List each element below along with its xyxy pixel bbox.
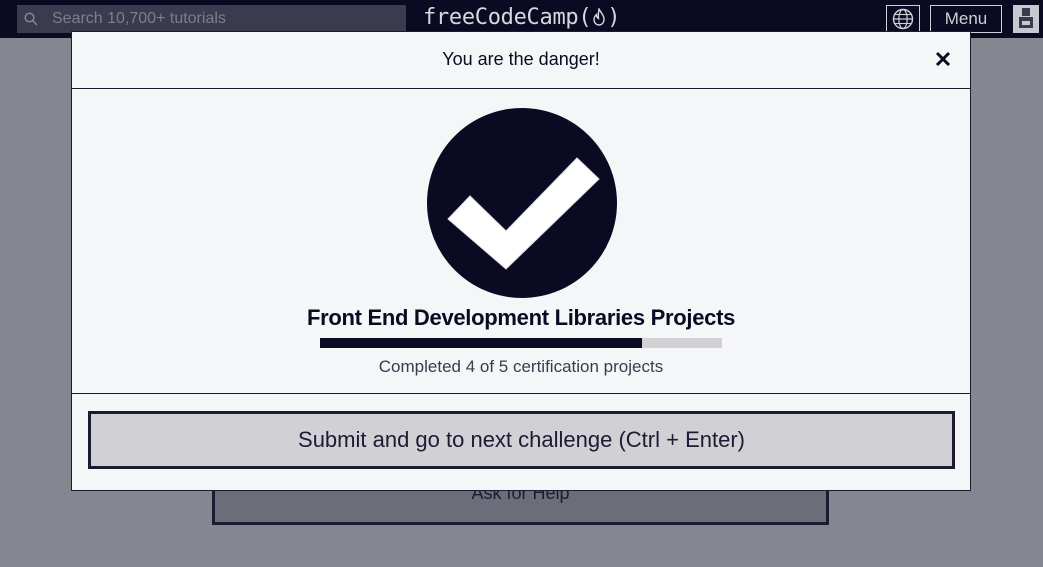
logo-text-left: freeCodeCamp(	[423, 5, 592, 30]
progress-bar-fill	[320, 338, 642, 348]
completion-modal: You are the danger! Front End Developmen…	[71, 31, 971, 491]
progress-caption: Completed 4 of 5 certification projects	[378, 357, 664, 376]
search-input[interactable]: Search 10,700+ tutorials	[17, 5, 406, 33]
search-placeholder: Search 10,700+ tutorials	[52, 10, 226, 27]
search-icon	[24, 12, 38, 26]
certification-progress-bar	[320, 338, 722, 348]
globe-icon	[892, 8, 914, 30]
language-button[interactable]	[886, 5, 920, 33]
freecodecamp-logo[interactable]: freeCodeCamp( )	[423, 5, 621, 33]
modal-divider	[72, 393, 970, 394]
certification-title: Front End Development Libraries Projects	[306, 305, 736, 330]
logo-text-right: )	[607, 5, 621, 30]
flame-icon	[593, 8, 605, 26]
modal-title: You are the danger!	[442, 49, 600, 69]
user-avatar-icon[interactable]	[1013, 5, 1039, 33]
close-icon[interactable]	[932, 48, 954, 70]
menu-button[interactable]: Menu	[930, 5, 1002, 33]
checkmark-circle-icon	[427, 108, 617, 298]
submit-next-challenge-button[interactable]: Submit and go to next challenge (Ctrl + …	[88, 411, 955, 469]
modal-header: You are the danger!	[72, 32, 970, 89]
